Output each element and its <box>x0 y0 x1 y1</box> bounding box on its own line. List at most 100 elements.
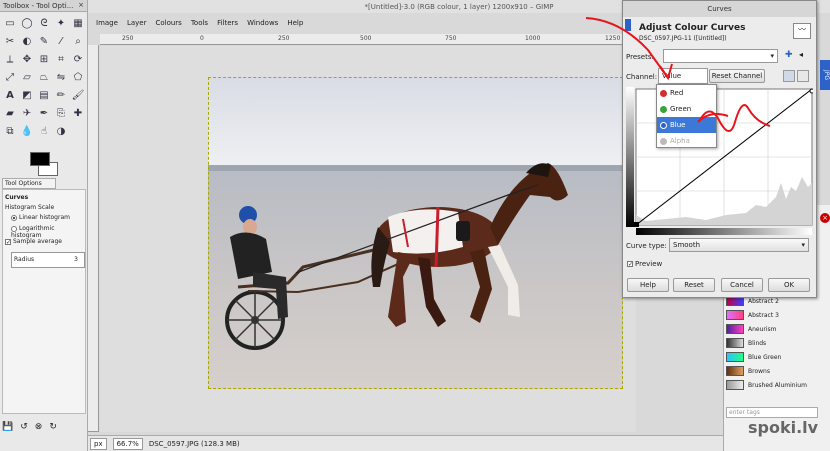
perspective-icon[interactable]: ⏢ <box>36 70 52 88</box>
sample-average-option[interactable]: ✓ Sample average <box>5 238 62 245</box>
menu-bar: Image Layer Colours Tools Filters Window… <box>88 19 303 31</box>
cage-icon[interactable]: ⬠ <box>70 70 86 88</box>
align-icon[interactable]: ⊞ <box>36 52 52 70</box>
unit-select[interactable]: px <box>90 437 107 450</box>
scale-icon[interactable]: ⤢ <box>2 70 18 88</box>
free-select-icon[interactable]: ᘓ <box>36 16 52 34</box>
checkbox-icon[interactable]: ✓ <box>5 238 11 245</box>
gradient-label: Brushed Aluminium <box>748 381 807 389</box>
crop-icon[interactable]: ⌗ <box>53 52 69 70</box>
menu-item-colours[interactable]: Colours <box>155 19 181 31</box>
gradient-label: Blue Green <box>748 353 782 361</box>
gradient-label: Aneurism <box>748 325 777 333</box>
tab-tool-options[interactable]: Tool Options <box>2 178 56 189</box>
gradient-swatch <box>726 324 744 334</box>
blend-icon[interactable]: ▤ <box>36 88 52 106</box>
log-hist-icon[interactable] <box>797 70 809 82</box>
menu-item-layer[interactable]: Layer <box>127 19 147 31</box>
menu-item-image[interactable]: Image <box>96 19 118 31</box>
gradient-swatch <box>726 352 744 362</box>
preview-option[interactable]: ✓ Preview <box>627 260 662 268</box>
vertical-ruler <box>88 45 99 432</box>
gradient-item[interactable]: Aneurism <box>726 323 777 335</box>
tool-grid: ▭ ◯ ᘓ ✦ ▦ ✂ ◐ ✎ ⁄ ⌕ ⟂ ✥ ⊞ ⌗ ⟳ ⤢ ▱ ⏢ ⇋ ⬠ … <box>2 16 86 142</box>
smudge-icon[interactable]: ☝ <box>36 124 52 142</box>
gradient-item[interactable]: Abstract 3 <box>726 309 779 321</box>
foreground-color-swatch[interactable] <box>30 152 50 166</box>
menu-item-help[interactable]: Help <box>287 19 303 31</box>
tag-filter-input[interactable]: enter tags <box>726 407 818 418</box>
ink-icon[interactable]: ✒ <box>36 106 52 124</box>
toolbox-window: Toolbox - Tool Opti... × ▭ ◯ ᘓ ✦ ▦ ✂ ◐ ✎… <box>0 0 88 451</box>
gradient-item[interactable]: Brushed Aluminium <box>726 379 807 391</box>
log-histogram-label: Logarithmic histogram <box>11 225 55 239</box>
checkbox-icon[interactable]: ✓ <box>627 261 633 268</box>
text-icon[interactable]: A <box>2 88 18 106</box>
ok-button[interactable]: OK <box>768 278 810 292</box>
ruler-tick: 250 <box>278 35 290 42</box>
zoom-icon[interactable]: ⌕ <box>70 34 86 52</box>
histogram-scale-label: Histogram Scale <box>5 204 55 211</box>
rotate-icon[interactable]: ⟳ <box>70 52 86 70</box>
gradient-swatch <box>726 380 744 390</box>
curve-type-combo[interactable]: Smooth ▾ <box>669 238 809 252</box>
pencil-icon[interactable]: ✏ <box>53 88 69 106</box>
status-file-label: DSC_0597.JPG (128.3 MB) <box>148 439 240 448</box>
move-icon[interactable]: ✥ <box>19 52 35 70</box>
menu-item-windows[interactable]: Windows <box>247 19 278 31</box>
horizontal-ruler: 250 0 250 500 750 1000 1250 <box>100 34 636 45</box>
rect-select-icon[interactable]: ▭ <box>2 16 18 34</box>
ruler-tick: 1000 <box>525 35 541 42</box>
foreground-select-icon[interactable]: ◐ <box>19 34 35 52</box>
zoom-select[interactable]: 66.7% <box>112 437 143 450</box>
paintbrush-icon[interactable]: 🖌 <box>70 88 86 106</box>
gradient-label: Blinds <box>748 339 767 347</box>
gradient-item[interactable]: Browns <box>726 365 770 377</box>
perspective-clone-icon[interactable]: ⧉ <box>2 124 18 142</box>
ellipse-select-icon[interactable]: ◯ <box>19 16 35 34</box>
tool-options-title: Curves <box>5 194 29 201</box>
bucket-fill-icon[interactable]: ◩ <box>19 88 35 106</box>
color-picker-icon[interactable]: ⁄ <box>53 34 69 52</box>
radius-field[interactable]: Radius 3 <box>11 252 85 268</box>
gradient-swatch <box>726 310 744 320</box>
watermark-logo: spoki.lv <box>748 418 819 437</box>
red-annotation-scribbles <box>585 17 771 132</box>
help-button[interactable]: Help <box>627 278 669 292</box>
close-panel-icon[interactable]: × <box>820 213 830 223</box>
scissors-icon[interactable]: ✂ <box>2 34 18 52</box>
paths-icon[interactable]: ✎ <box>36 34 52 52</box>
airbrush-icon[interactable]: ✈ <box>19 106 35 124</box>
side-tab-jpg[interactable]: JPG <box>820 60 830 90</box>
restore-options-icon[interactable]: ↺ <box>20 422 28 432</box>
gradient-swatch <box>726 366 744 376</box>
radio-icon[interactable] <box>11 225 17 232</box>
color-select-icon[interactable]: ▦ <box>70 16 86 34</box>
menu-item-tools[interactable]: Tools <box>191 19 208 31</box>
flip-icon[interactable]: ⇋ <box>53 70 69 88</box>
dodge-burn-icon[interactable]: ◑ <box>53 124 69 142</box>
menu-item-filters[interactable]: Filters <box>217 19 238 31</box>
curve-type-label: Curve type: <box>626 242 667 250</box>
gradient-item[interactable]: Blinds <box>726 337 766 349</box>
radio-icon[interactable] <box>11 214 17 221</box>
delete-options-icon[interactable]: ⊗ <box>35 422 43 432</box>
fuzzy-select-icon[interactable]: ✦ <box>53 16 69 34</box>
heal-icon[interactable]: ✚ <box>70 106 86 124</box>
close-icon[interactable]: × <box>78 1 84 9</box>
toolbox-title: Toolbox - Tool Opti... <box>3 2 74 10</box>
linear-histogram-option[interactable]: Linear histogram <box>11 214 70 221</box>
reset-button[interactable]: Reset <box>673 278 715 292</box>
eraser-icon[interactable]: ▰ <box>2 106 18 124</box>
measure-icon[interactable]: ⟂ <box>2 52 18 70</box>
log-histogram-option[interactable]: Logarithmic histogram <box>11 225 85 239</box>
reset-options-icon[interactable]: ↻ <box>49 422 57 432</box>
shear-icon[interactable]: ▱ <box>19 70 35 88</box>
blur-icon[interactable]: 💧 <box>19 124 35 142</box>
cancel-button[interactable]: Cancel <box>721 278 763 292</box>
gradient-item[interactable]: Blue Green <box>726 351 781 363</box>
sample-average-label: Sample average <box>13 238 62 245</box>
clone-icon[interactable]: ⎘ <box>53 106 69 124</box>
manage-presets-icon[interactable]: ◂ <box>799 50 803 59</box>
save-options-icon[interactable]: 💾 <box>2 422 13 432</box>
